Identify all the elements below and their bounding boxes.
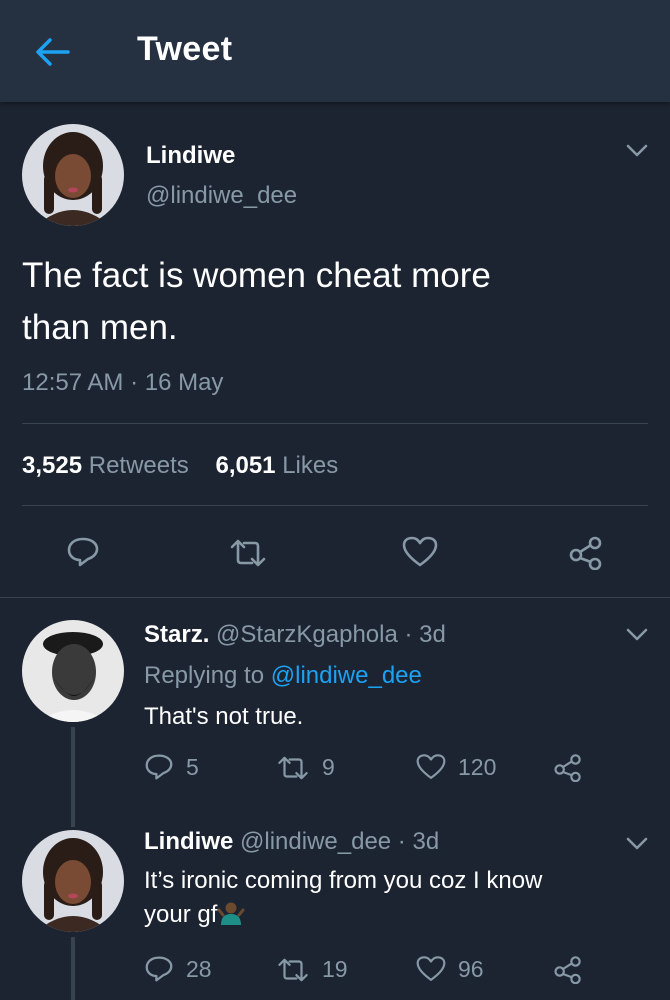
- reply-button[interactable]: 28: [144, 955, 212, 983]
- reply-author-name[interactable]: Starz.: [144, 621, 209, 648]
- retweets-label: Retweets: [88, 452, 189, 479]
- tweet-stats: 3,525 Retweets 6,051 Likes: [22, 452, 338, 480]
- reply-author-name[interactable]: Lindiwe: [144, 828, 233, 855]
- reply-text-line-1: That's not true.: [144, 703, 304, 730]
- like-heart-icon: [416, 754, 446, 779]
- like-button[interactable]: [402, 536, 438, 568]
- reply-icon: [145, 754, 173, 780]
- chevron-down-icon[interactable]: [625, 627, 649, 643]
- reply-text: That's not true.: [144, 700, 303, 734]
- reply-button[interactable]: 5: [144, 753, 199, 781]
- share-button[interactable]: [553, 752, 583, 782]
- reply-icon: [67, 537, 99, 567]
- reply-count: 28: [186, 955, 212, 982]
- like-heart-icon: [402, 536, 438, 567]
- reply-handle-time[interactable]: @lindiwe_dee · 3d: [240, 828, 439, 855]
- shrug-emoji-icon: [217, 902, 245, 925]
- reply-header: Starz. @StarzKgaphola · 3d: [144, 621, 446, 649]
- avatar-starz-image: [22, 620, 124, 722]
- retweet-button[interactable]: [228, 538, 268, 568]
- share-icon: [554, 956, 581, 984]
- reply-text-line-1: It’s ironic coming from you coz I know: [144, 867, 543, 894]
- back-arrow-icon: [36, 38, 70, 66]
- page-title: Tweet: [137, 30, 233, 68]
- reply-button[interactable]: [66, 536, 100, 568]
- like-button[interactable]: 96: [416, 955, 484, 983]
- likes-count: 6,051: [215, 452, 276, 479]
- retweet-icon: [278, 958, 308, 981]
- tweet-timestamp: 12:57 AM · 16 May: [22, 369, 224, 396]
- retweets-count: 3,525: [22, 452, 83, 479]
- avatar[interactable]: [22, 620, 124, 722]
- replying-to: Replying to @lindiwe_dee: [144, 662, 422, 690]
- avatar[interactable]: [22, 124, 124, 226]
- replying-to-link[interactable]: @lindiwe_dee: [271, 662, 422, 689]
- like-count: 120: [458, 753, 497, 780]
- reply-icon: [145, 956, 173, 982]
- thread-line: [71, 937, 75, 1000]
- reply-count: 5: [186, 753, 199, 780]
- reply-handle-time[interactable]: @StarzKgaphola · 3d: [216, 621, 446, 648]
- like-count: 96: [458, 955, 484, 982]
- avatar-lindiwe-image: [22, 830, 124, 932]
- divider: [22, 423, 648, 424]
- author-name[interactable]: Lindiwe: [146, 142, 235, 170]
- retweet-icon: [278, 756, 308, 779]
- likes-stat[interactable]: 6,051 Likes: [215, 452, 338, 479]
- divider: [0, 597, 670, 598]
- retweet-count: 9: [322, 754, 335, 780]
- divider: [22, 505, 648, 506]
- retweet-icon: [230, 539, 266, 567]
- reply-header: Lindiwe @lindiwe_dee · 3d: [144, 828, 439, 856]
- avatar-lindiwe-image: [22, 124, 124, 226]
- chevron-down-icon[interactable]: [625, 143, 649, 159]
- retweets-stat[interactable]: 3,525 Retweets: [22, 452, 195, 479]
- retweet-button[interactable]: 19: [276, 956, 348, 983]
- reply-text-line-2: your gf: [144, 901, 218, 928]
- share-icon: [569, 536, 602, 570]
- reply-text-line-2-wrap: your gf: [144, 898, 542, 932]
- like-button[interactable]: 120: [416, 753, 496, 781]
- tweet-text-line-1: The fact is women cheat more: [22, 256, 491, 295]
- chevron-down-icon[interactable]: [625, 836, 649, 852]
- replying-to-prefix: Replying to: [144, 662, 271, 689]
- share-button[interactable]: [568, 534, 604, 570]
- author-handle[interactable]: @lindiwe_dee: [146, 182, 297, 210]
- share-button[interactable]: [553, 954, 583, 984]
- share-icon: [554, 754, 581, 782]
- top-bar: Tweet: [0, 0, 670, 102]
- tweet-text-line-2: than men.: [22, 308, 178, 347]
- retweet-count: 19: [322, 956, 348, 982]
- likes-label: Likes: [282, 452, 339, 479]
- reply-text: It’s ironic coming from you coz I know y…: [144, 864, 542, 932]
- avatar[interactable]: [22, 830, 124, 932]
- back-button[interactable]: [30, 30, 74, 74]
- like-heart-icon: [416, 956, 446, 981]
- retweet-button[interactable]: 9: [276, 754, 335, 781]
- tweet-text: The fact is women cheat more than men.: [22, 250, 642, 354]
- thread-line: [71, 727, 75, 827]
